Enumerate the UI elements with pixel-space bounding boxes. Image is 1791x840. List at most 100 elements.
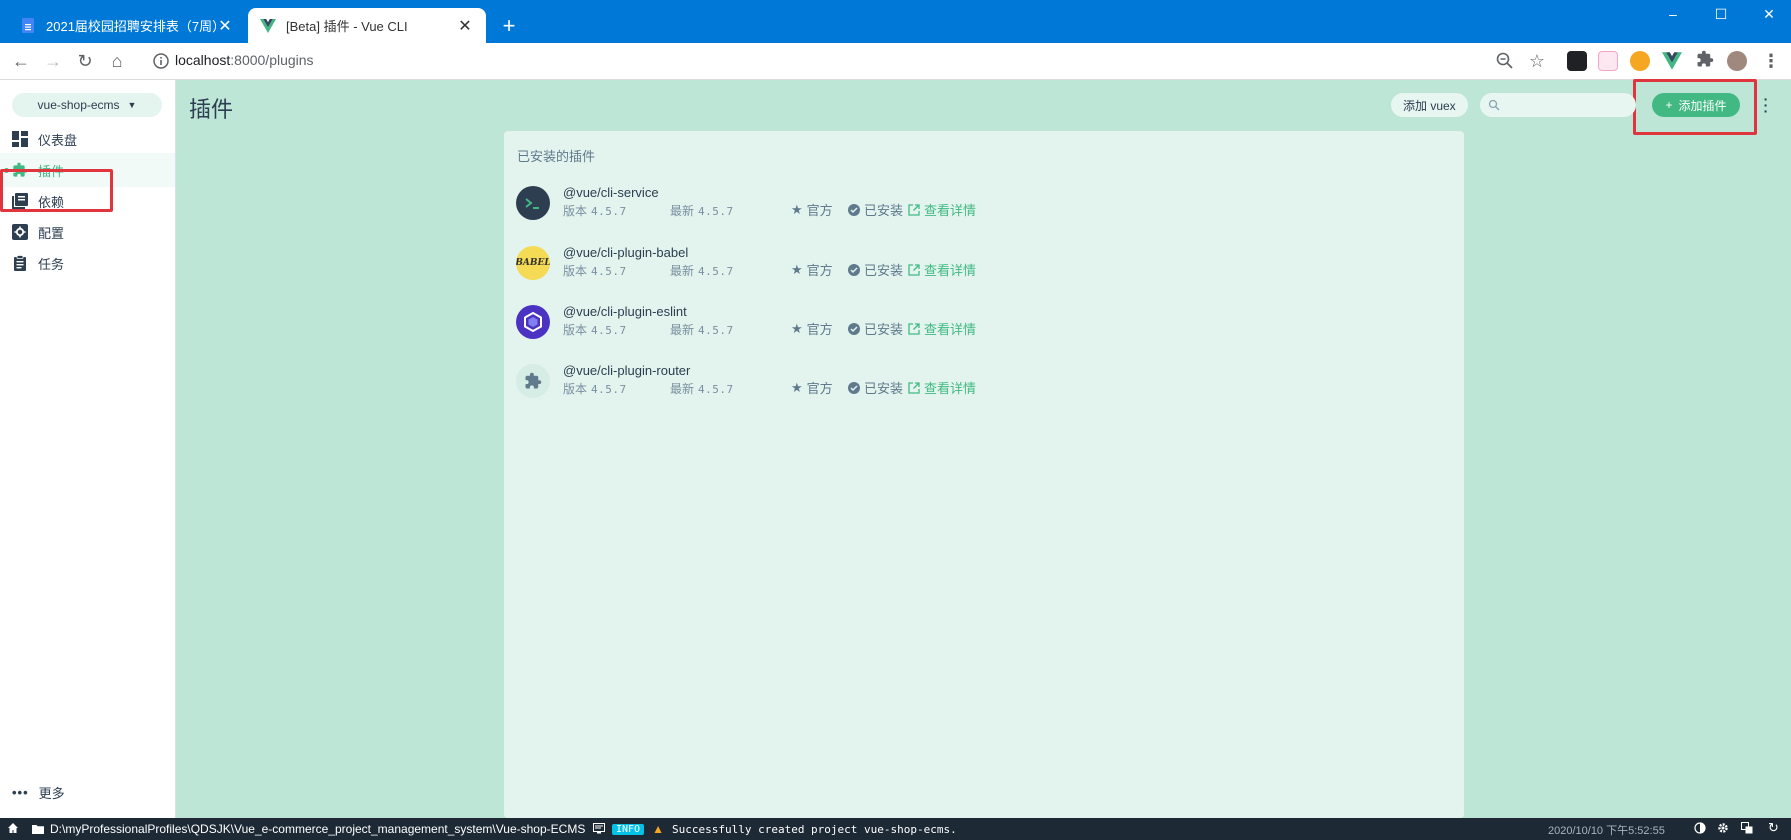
- dark-mode-icon[interactable]: [1694, 822, 1706, 834]
- version-label: 版本: [563, 323, 588, 337]
- page-title: 插件: [189, 98, 234, 123]
- installed-badge: 已安装: [848, 200, 903, 219]
- open-in-new-icon: [908, 263, 920, 276]
- official-label: 官方: [806, 203, 833, 218]
- reload-icon[interactable]: ↻: [74, 50, 96, 72]
- plugin-name: @vue/cli-plugin-babel: [563, 245, 689, 260]
- latest-label: 最新: [670, 323, 695, 337]
- extensions-puzzle-icon[interactable]: [1694, 50, 1716, 72]
- address-bar[interactable]: localhost:8000/plugins: [175, 52, 314, 68]
- puzzle-icon: [516, 364, 550, 398]
- installed-label: 已安装: [864, 381, 904, 396]
- project-path-text: D:\myProfessionalProfiles\QDSJK\Vue_e-co…: [50, 822, 586, 836]
- forward-arrow-icon[interactable]: →: [42, 50, 64, 72]
- version-label: 版本: [563, 264, 588, 278]
- add-vuex-button[interactable]: 添加 vuex: [1391, 93, 1468, 117]
- dashboard-icon: [12, 131, 28, 147]
- installed-label: 已安装: [864, 322, 904, 337]
- extension-icon[interactable]: [1630, 51, 1650, 71]
- official-badge: ★ 官方: [791, 200, 833, 219]
- search-input[interactable]: [1480, 93, 1636, 117]
- browser-tab-sheet[interactable]: 2021届校园招聘安排表（7周） ✕: [8, 8, 246, 43]
- settings-gear-icon[interactable]: [1717, 822, 1729, 834]
- version-number: 4.5.7: [591, 383, 627, 396]
- plugin-item[interactable]: BABEL @vue/cli-plugin-babel 版本 4.5.7 最新 4.…: [516, 238, 1456, 286]
- project-name: vue-shop-ecms: [37, 98, 120, 112]
- project-selector[interactable]: vue-shop-ecms ▼: [12, 93, 162, 117]
- new-tab-button[interactable]: +: [498, 13, 520, 39]
- datetime-text: 2020/10/10 下午5:52:55: [1548, 825, 1665, 837]
- maximize-button[interactable]: ☐: [1712, 6, 1730, 23]
- plugin-item[interactable]: @vue/cli-service 版本 4.5.7 最新 4.5.7 ★ 官方 已安装…: [516, 178, 1456, 226]
- view-details-link[interactable]: 查看详情: [908, 260, 976, 279]
- caret-down-icon: ▼: [127, 100, 137, 110]
- official-label: 官方: [806, 263, 833, 278]
- extension-cat-icon[interactable]: [1598, 51, 1618, 71]
- latest-number: 4.5.7: [698, 205, 734, 218]
- party-icon: ▲: [652, 822, 664, 836]
- plugin-latest: 最新 4.5.7: [670, 262, 734, 279]
- version-number: 4.5.7: [591, 265, 627, 278]
- view-details-link[interactable]: 查看详情: [908, 200, 976, 219]
- project-path[interactable]: D:\myProfessionalProfiles\QDSJK\Vue_e-co…: [32, 822, 585, 836]
- minimize-button[interactable]: –: [1664, 6, 1682, 22]
- official-badge: ★ 官方: [791, 378, 833, 397]
- more-horiz-icon: •••: [12, 785, 29, 800]
- home-icon[interactable]: ⌂: [106, 50, 128, 72]
- console-icon[interactable]: [593, 822, 605, 834]
- sidebar-item-configuration[interactable]: 配置: [0, 215, 175, 249]
- vue-logo-icon: [260, 18, 276, 34]
- open-in-new-icon: [908, 203, 920, 216]
- back-arrow-icon[interactable]: ←: [10, 50, 32, 72]
- bookmark-star-icon[interactable]: ☆: [1526, 50, 1548, 72]
- profile-avatar[interactable]: [1727, 51, 1747, 71]
- view-details-label: 查看详情: [924, 381, 977, 396]
- view-details-link[interactable]: 查看详情: [908, 378, 976, 397]
- sidebar-more[interactable]: ••• 更多: [12, 783, 65, 802]
- browser-toolbar: ← → ↻ ⌂ localhost:8000/plugins ☆ ⋮: [0, 43, 1791, 80]
- close-window-button[interactable]: ✕: [1760, 6, 1778, 23]
- sidebar-item-tasks[interactable]: 任务: [0, 246, 175, 280]
- open-in-new-icon: [908, 322, 920, 335]
- log-message: Successfully created project vue-shop-ec…: [671, 822, 957, 836]
- vue-devtools-icon[interactable]: [1662, 51, 1682, 71]
- plugin-latest: 最新 4.5.7: [670, 202, 734, 219]
- official-badge: ★ 官方: [791, 260, 833, 279]
- add-plugin-button[interactable]: + 添加插件: [1652, 93, 1740, 117]
- plugin-item[interactable]: @vue/cli-plugin-router 版本 4.5.7 最新 4.5.7 ★…: [516, 356, 1456, 404]
- installed-badge: 已安装: [848, 378, 903, 397]
- info-icon[interactable]: [152, 52, 170, 70]
- plugin-item[interactable]: @vue/cli-plugin-eslint 版本 4.5.7 最新 4.5.7 ★…: [516, 297, 1456, 345]
- zoom-icon[interactable]: [1494, 50, 1516, 72]
- installed-label: 已安装: [864, 263, 904, 278]
- open-in-new-icon: [908, 381, 920, 394]
- extension-icon[interactable]: [1567, 51, 1587, 71]
- last-log[interactable]: INFO ▲ Successfully created project vue-…: [612, 822, 957, 836]
- view-details-label: 查看详情: [924, 322, 977, 337]
- browser-tab-vue-cli[interactable]: [Beta] 插件 - Vue CLI ✕: [248, 8, 486, 43]
- add-plugin-label: 添加插件: [1678, 98, 1727, 113]
- close-tab-icon[interactable]: ✕: [216, 16, 234, 36]
- installed-label: 已安装: [864, 203, 904, 218]
- browser-menu-icon[interactable]: ⋮: [1760, 50, 1782, 72]
- star-icon: ★: [791, 261, 803, 277]
- refresh-icon[interactable]: ↻: [1768, 821, 1779, 834]
- star-icon: ★: [791, 320, 803, 336]
- view-details-link[interactable]: 查看详情: [908, 319, 976, 338]
- latest-number: 4.5.7: [698, 324, 734, 337]
- home-icon[interactable]: [7, 822, 19, 834]
- check-circle-icon: [848, 263, 860, 276]
- browser-tabstrip: 2021届校园招聘安排表（7周） ✕ [Beta] 插件 - Vue CLI ✕…: [0, 0, 1791, 43]
- star-icon: ★: [791, 201, 803, 217]
- search-icon: [1488, 99, 1500, 111]
- sidebar-item-dashboard[interactable]: 仪表盘: [0, 122, 175, 156]
- cli-service-logo-icon: [516, 186, 550, 220]
- translate-icon[interactable]: [1741, 822, 1753, 834]
- latest-label: 最新: [670, 382, 695, 396]
- folder-icon: [32, 825, 44, 834]
- sidebar-more-label: 更多: [38, 786, 65, 801]
- close-tab-icon[interactable]: ✕: [456, 16, 474, 36]
- google-sheets-icon: [20, 18, 36, 34]
- plugin-name: @vue/cli-service: [563, 185, 659, 200]
- more-vert-icon[interactable]: · · ·: [1763, 92, 1769, 118]
